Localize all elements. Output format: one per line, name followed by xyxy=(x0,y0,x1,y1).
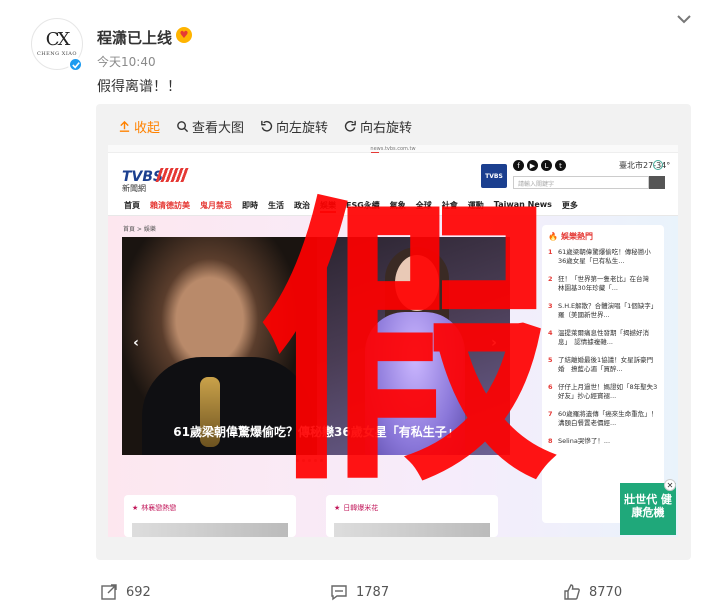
hot-list-item: 1 61歲梁朝偉驚爆偷吃！傳秘戀小36歲女星「已有私生... xyxy=(548,248,658,266)
hot-list-item: 5 了結離婚最後1協議！女星訴豪門婚 撩藍心湄「買醉... xyxy=(548,356,658,374)
hot-text: S.H.E解散？合體演唱「1個缺字」 羅（美國新世界... xyxy=(558,302,661,319)
repost-button[interactable]: 692 xyxy=(100,583,151,601)
fan-badge-icon: ♥ xyxy=(176,27,192,43)
nav-item: 更多 xyxy=(561,201,578,210)
chevron-down-icon[interactable] xyxy=(675,10,693,28)
view-large-label: 查看大图 xyxy=(192,121,245,136)
rotate-right-label: 向右旋转 xyxy=(360,121,413,136)
search-icon xyxy=(177,121,189,133)
nav-item: 即時 xyxy=(242,201,258,210)
hot-list-item: 7 60歲羅將遺傳「癌來生命重危」！溝頤白餐置老價經... xyxy=(548,410,658,428)
like-button[interactable]: 8770 xyxy=(563,583,622,601)
collapse-icon xyxy=(119,120,130,132)
nav-item: 賴清德訪美 xyxy=(150,201,190,210)
view-large-button[interactable]: 查看大图 xyxy=(176,117,244,136)
post-image[interactable]: news.tvbs.com.tw TVBS 新聞網 TVBS f ▶ L t 臺… xyxy=(108,145,678,537)
tvbs-logo: TVBS 新聞網 xyxy=(122,166,189,193)
media-panel: 收起 查看大图 向左旋转 向右旋转 news.tvbs.com.tw TVBS … xyxy=(96,104,691,560)
post-footer: 692 1787 8770 xyxy=(0,575,718,611)
image-toolbar: 收起 查看大图 向左旋转 向右旋转 xyxy=(118,117,412,136)
hot-list-item: 4 溫提萊爾痛息性發期「揭撼好消息」 認情據複雜... xyxy=(548,329,658,347)
hot-list-item: 3 S.H.E解散？合體演唱「1個缺字」 羅（美國新世界... xyxy=(548,302,661,320)
post-time[interactable]: 今天10:40 xyxy=(97,53,156,70)
hot-list-item: 6 仔仔上月過世！媽證如「8年聖失3好友」抄心經寶褪... xyxy=(548,383,658,401)
topic-thumb xyxy=(132,523,288,537)
hot-text: 61歲梁朝偉驚爆偷吃！傳秘戀小36歲女星「已有私生... xyxy=(558,248,651,265)
post-text: 假得离谱！！ xyxy=(97,79,181,95)
rotate-left-icon xyxy=(261,120,273,132)
fake-overlay-text: 假 xyxy=(258,172,558,521)
hot-text: 60歲羅將遺傳「癌來生命重危」！溝頤白餐置老價經... xyxy=(558,410,658,427)
nav-item: 首頁 xyxy=(124,201,140,210)
rotate-left-label: 向左旋转 xyxy=(276,121,329,136)
logo-stripes xyxy=(155,168,189,182)
collapse-label: 收起 xyxy=(134,121,161,136)
hot-text: Selina哭慘了！... xyxy=(558,437,611,445)
facebook-icon: f xyxy=(513,160,524,171)
weibo-post-card: CX CHENG XIAO 程潇已上线 ♥ 今天10:40 假得离谱！！ 收起 … xyxy=(0,0,718,614)
rotate-left-button[interactable]: 向左旋转 xyxy=(260,117,328,136)
hot-text: 了結離婚最後1協議！女星訴豪門婚 撩藍心湄「買醉... xyxy=(558,356,654,373)
hot-title-text: 娛樂熱門 xyxy=(560,232,593,241)
hot-text: 溫提萊爾痛息性發期「揭撼好消息」 認情據複雜... xyxy=(558,329,649,346)
hot-list-item: 2 狂！「世界第一隻老比」在台灣 林園基30年珍藏「... xyxy=(548,275,658,293)
twitter-icon: t xyxy=(555,160,566,171)
avatar-subtext: CHENG XIAO xyxy=(36,51,78,57)
thumbs-up-icon xyxy=(564,584,580,600)
hot-list-item: 8 Selina哭慘了！... xyxy=(548,437,658,446)
chevron-left-icon: ‹ xyxy=(133,335,139,351)
comment-button[interactable]: 1787 xyxy=(330,583,389,601)
social-icons: f ▶ L t xyxy=(513,160,566,171)
line-icon: L xyxy=(541,160,552,171)
repost-icon xyxy=(101,584,117,600)
hot-text: 仔仔上月過世！媽證如「8年聖失3好友」抄心經寶褪... xyxy=(558,383,658,400)
rotate-right-icon xyxy=(344,120,356,132)
topic-card-text: 林襄戀熱戀 xyxy=(141,504,177,512)
youtube-icon: ▶ xyxy=(527,160,538,171)
hot-text: 狂！「世界第一隻老比」在台灣 林園基30年珍藏「... xyxy=(558,275,656,292)
username[interactable]: 程潇已上线 xyxy=(97,27,172,48)
hot-list: 🔥 娛樂熱門 1 61歲梁朝偉驚爆偷吃！傳秘戀小36歲女星「已有私生... 2 狂！… xyxy=(542,225,664,523)
comment-icon xyxy=(331,585,347,601)
nav-item: 鬼月禁忌 xyxy=(200,201,232,210)
breadcrumb: 首頁 > 娛樂 xyxy=(123,226,156,233)
topic-thumb xyxy=(334,523,490,537)
collapse-button[interactable]: 收起 xyxy=(118,117,160,136)
hot-list-title: 🔥 娛樂熱門 xyxy=(548,231,658,242)
like-count: 8770 xyxy=(589,584,623,600)
weather-icon xyxy=(653,160,663,170)
star-icon: ★ xyxy=(132,504,139,512)
verified-icon xyxy=(68,57,83,72)
site-search-button xyxy=(649,176,665,189)
rotate-right-button[interactable]: 向右旋转 xyxy=(344,117,412,136)
close-icon: ✕ xyxy=(664,479,676,491)
browser-url: news.tvbs.com.tw xyxy=(108,145,678,153)
avatar-monogram: CX xyxy=(45,29,71,50)
repost-count: 692 xyxy=(126,584,151,600)
comment-count: 1787 xyxy=(356,584,390,600)
